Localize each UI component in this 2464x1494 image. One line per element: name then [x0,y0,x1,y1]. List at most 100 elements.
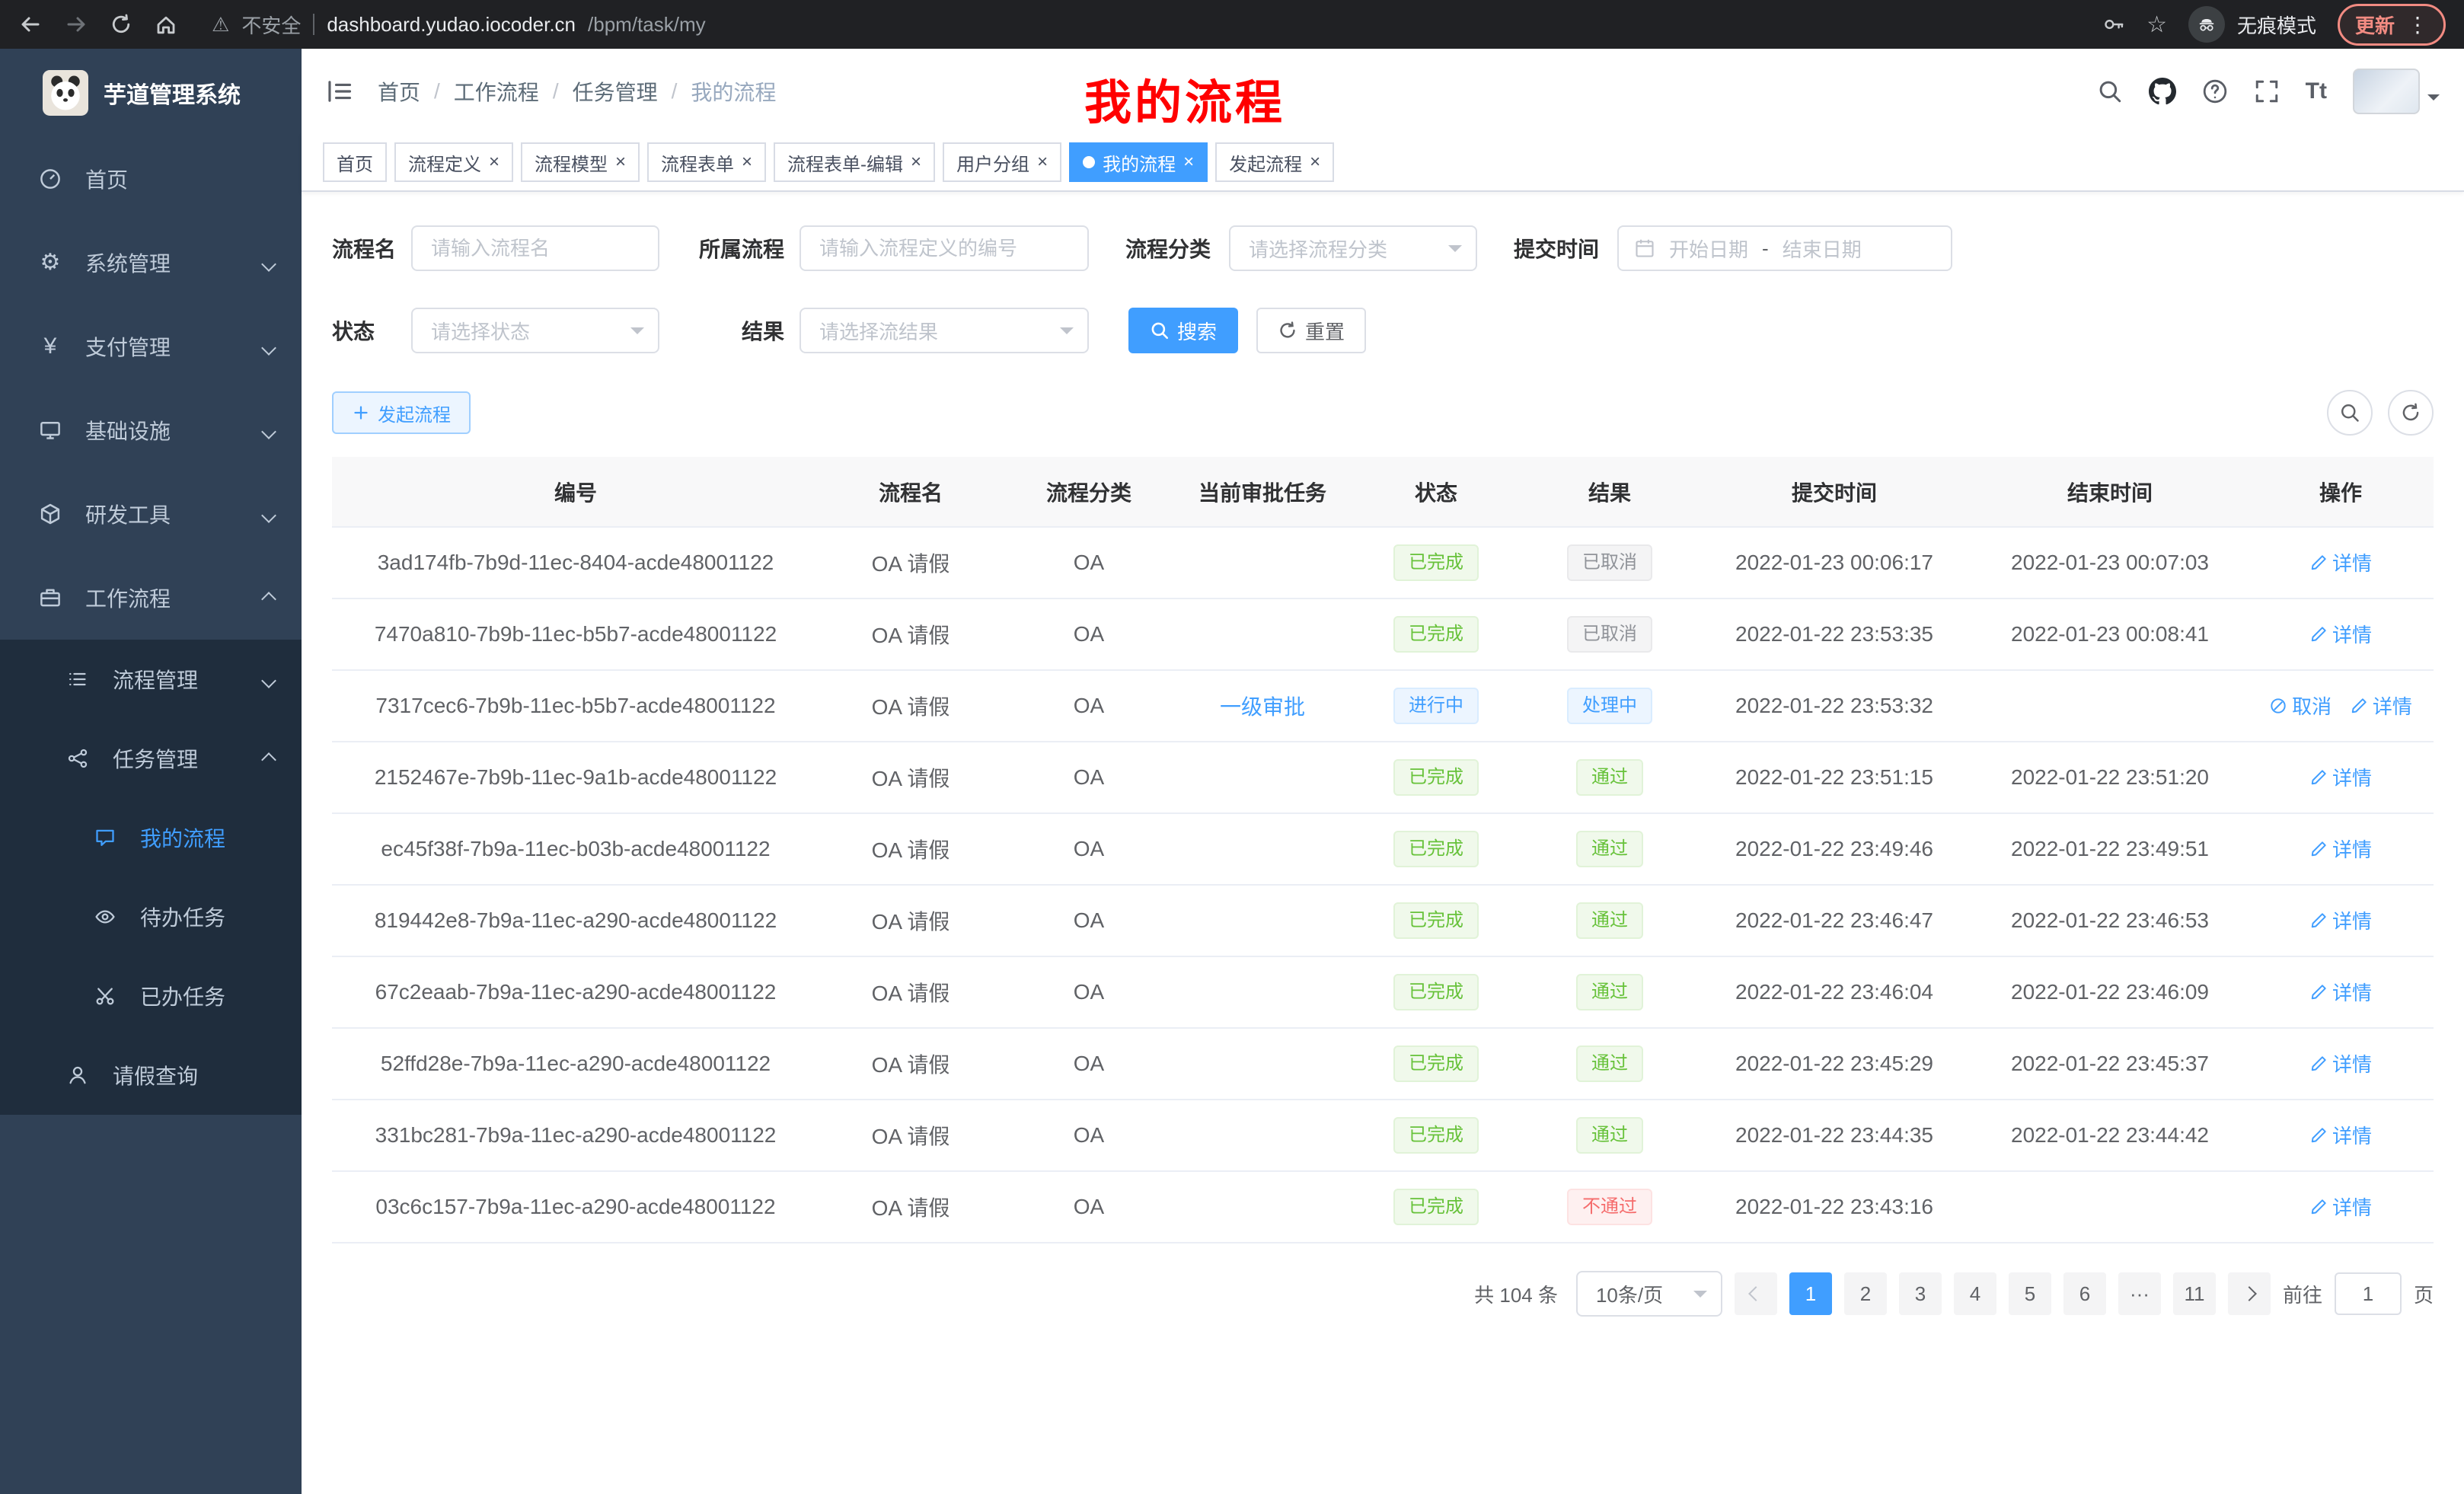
page-button-5[interactable]: 5 [2009,1272,2051,1315]
detail-link[interactable]: 详情 [2309,1049,2372,1077]
app-logo[interactable]: 芋道管理系统 [0,49,302,137]
tab-process-model[interactable]: 流程模型 × [521,142,640,182]
chat-bubble-icon [88,827,122,848]
sidebar-item-done-tasks[interactable]: 已办任务 [0,956,302,1036]
key-icon[interactable] [2102,13,2125,36]
close-icon[interactable]: × [1310,153,1320,171]
breadcrumb-item[interactable]: 工作流程 [454,76,539,107]
range-separator: - [1762,237,1769,260]
goto-page-input[interactable] [2335,1272,2402,1315]
incognito-badge[interactable]: 无痕模式 [2188,6,2316,43]
user-menu[interactable] [2353,69,2440,114]
close-icon[interactable]: × [742,153,752,171]
cell-id: 67c2eaab-7b9a-11ec-a290-acde48001122 [332,956,819,1028]
prev-page-button[interactable] [1735,1272,1777,1315]
cell-name: OA 请假 [819,670,1002,742]
sidebar-item-home[interactable]: 首页 [0,137,302,221]
category-select[interactable]: 请选择流程分类 [1229,225,1477,271]
detail-link[interactable]: 详情 [2309,835,2372,863]
detail-link[interactable]: 详情 [2309,1121,2372,1149]
detail-link[interactable]: 详情 [2309,1192,2372,1221]
pagination: 共 104 条 10条/页 1 2 3 4 5 6 ··· 11 前往 [332,1271,2434,1317]
page-button-6[interactable]: 6 [2063,1272,2106,1315]
close-icon[interactable]: × [911,153,921,171]
process-name-input[interactable] [411,225,659,271]
browser-refresh-icon[interactable] [110,13,132,36]
tab-label: 用户分组 [956,149,1029,176]
detail-link[interactable]: 详情 [2309,906,2372,934]
page-button-11[interactable]: 11 [2173,1272,2216,1315]
breadcrumb-separator: / [553,79,559,104]
font-size-icon[interactable]: Tt [2306,78,2327,104]
close-icon[interactable]: × [615,153,626,171]
sidebar-toggle-icon[interactable] [326,78,353,105]
sidebar-item-process-mgmt[interactable]: 流程管理 [0,640,302,719]
result-badge: 通过 [1576,759,1643,796]
filter-name-label: 流程名 [332,233,399,263]
tab-home[interactable]: 首页 [323,142,387,182]
tab-process-form[interactable]: 流程表单 × [647,142,766,182]
detail-link[interactable]: 详情 [2309,978,2372,1006]
cell-actions: 详情 [2248,742,2434,813]
status-badge: 已完成 [1393,974,1479,1010]
next-page-button[interactable] [2228,1272,2271,1315]
browser-update-button[interactable]: 更新 ⋮ [2338,4,2446,46]
search-icon[interactable] [2097,78,2123,104]
refresh-table-button[interactable] [2388,390,2434,436]
sidebar-item-my-process[interactable]: 我的流程 [0,798,302,877]
security-warning-icon: ⚠ [212,14,229,34]
more-pages-button[interactable]: ··· [2118,1272,2161,1315]
github-icon[interactable] [2149,78,2176,105]
breadcrumb-item[interactable]: 任务管理 [573,76,658,107]
result-select[interactable]: 请选择流结果 [800,308,1089,353]
sidebar-item-task-mgmt[interactable]: 任务管理 [0,719,302,798]
sidebar-item-payment[interactable]: ¥ 支付管理 [0,305,302,388]
help-icon[interactable] [2202,78,2228,104]
detail-link[interactable]: 详情 [2309,620,2372,648]
page-button-2[interactable]: 2 [1844,1272,1887,1315]
fullscreen-icon[interactable] [2254,78,2280,104]
browser-menu-icon[interactable]: ⋮ [2407,12,2428,37]
close-icon[interactable]: × [1037,153,1048,171]
detail-link[interactable]: 详情 [2309,763,2372,791]
close-icon[interactable]: × [489,153,500,171]
status-select[interactable]: 请选择状态 [411,308,659,353]
sidebar-item-workflow[interactable]: 工作流程 [0,556,302,640]
cancel-link[interactable]: 取消 [2269,691,2332,720]
sidebar-item-leave-query[interactable]: 请假查询 [0,1036,302,1115]
browser-forward-icon[interactable] [64,12,88,37]
tab-process-form-edit[interactable]: 流程表单-编辑 × [774,142,935,182]
sidebar-item-system[interactable]: ⚙ 系统管理 [0,221,302,305]
cell-category: OA [1002,885,1176,956]
column-header: 结果 [1523,457,1696,527]
sidebar-item-infrastructure[interactable]: 基础设施 [0,388,302,472]
bookmark-star-icon[interactable]: ☆ [2146,11,2167,38]
page-size-select[interactable]: 10条/页 [1576,1271,1722,1317]
browser-back-icon[interactable] [18,12,43,37]
detail-link[interactable]: 详情 [2350,691,2412,720]
yen-icon: ¥ [34,335,67,358]
sidebar-item-todo-tasks[interactable]: 待办任务 [0,877,302,956]
tab-start-process[interactable]: 发起流程 × [1215,142,1334,182]
toggle-search-button[interactable] [2327,390,2373,436]
browser-home-icon[interactable] [154,12,178,37]
current-task-link[interactable]: 一级审批 [1220,695,1305,719]
submit-time-range-picker[interactable]: 开始日期 - 结束日期 [1617,225,1952,271]
tab-user-group[interactable]: 用户分组 × [943,142,1061,182]
sidebar-item-devtools[interactable]: 研发工具 [0,472,302,556]
address-bar[interactable]: ⚠ 不安全 dashboard.yudao.iocoder.cn/bpm/tas… [212,11,2081,39]
close-icon[interactable]: × [1183,153,1194,171]
tab-process-definition[interactable]: 流程定义 × [394,142,513,182]
search-button[interactable]: 搜索 [1128,308,1238,353]
reset-button[interactable]: 重置 [1256,308,1366,353]
page-button-1[interactable]: 1 [1789,1272,1832,1315]
page-button-3[interactable]: 3 [1899,1272,1942,1315]
cell-end-time: 2022-01-22 23:51:20 [1972,742,2248,813]
tab-my-process[interactable]: 我的流程 × [1069,142,1208,182]
process-definition-input[interactable] [800,225,1089,271]
update-label: 更新 [2355,11,2395,39]
start-process-button[interactable]: 发起流程 [332,391,471,434]
page-button-4[interactable]: 4 [1954,1272,1996,1315]
breadcrumb-item[interactable]: 首页 [378,76,420,107]
detail-link[interactable]: 详情 [2309,548,2372,576]
